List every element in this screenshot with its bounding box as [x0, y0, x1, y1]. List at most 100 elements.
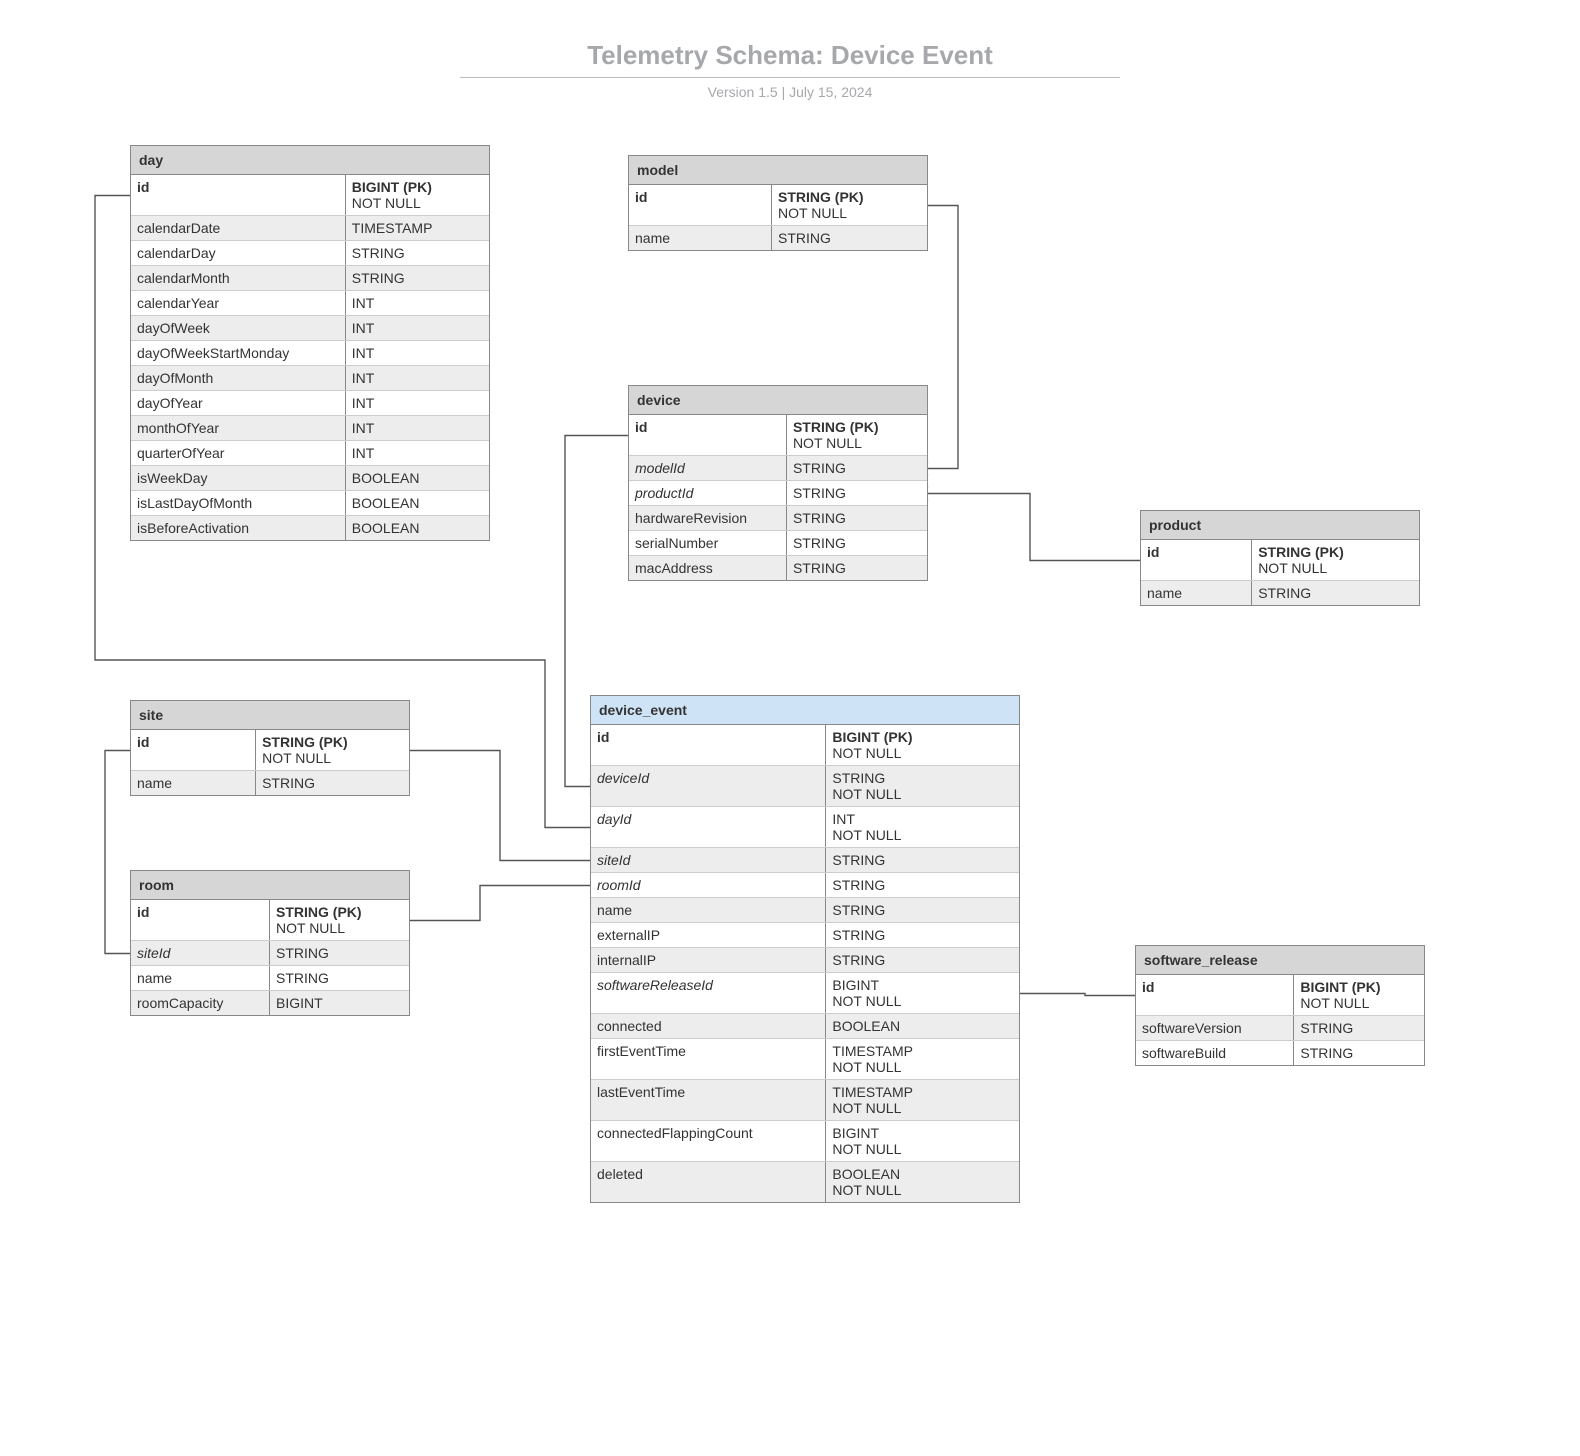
table-row: idSTRING (PK)NOT NULL — [131, 730, 409, 771]
column-type: BOOLEANNOT NULL — [826, 1162, 1019, 1202]
column-type: INT — [346, 366, 489, 390]
column-name: isWeekDay — [131, 466, 346, 490]
column-name: dayOfWeek — [131, 316, 346, 340]
table-row: dayOfWeekINT — [131, 316, 489, 341]
entity-software-release[interactable]: software_release idBIGINT (PK)NOT NULLso… — [1135, 945, 1425, 1066]
table-row: calendarDateTIMESTAMP — [131, 216, 489, 241]
column-name: modelId — [629, 456, 787, 480]
column-name: calendarYear — [131, 291, 346, 315]
column-name: id — [131, 175, 346, 215]
column-type: STRING — [346, 241, 489, 265]
table-row: idSTRING (PK)NOT NULL — [629, 415, 927, 456]
column-type: INT — [346, 316, 489, 340]
column-name: hardwareRevision — [629, 506, 787, 530]
column-type: STRING (PK)NOT NULL — [256, 730, 409, 770]
column-type: STRING — [256, 771, 409, 795]
column-type: STRING — [826, 923, 1019, 947]
column-name: id — [591, 725, 826, 765]
column-name: softwareReleaseId — [591, 973, 826, 1013]
column-type: TIMESTAMP — [346, 216, 489, 240]
table-row: roomCapacityBIGINT — [131, 991, 409, 1015]
table-row: macAddressSTRING — [629, 556, 927, 580]
column-type: STRING — [270, 941, 409, 965]
column-type: BIGINT (PK)NOT NULL — [346, 175, 489, 215]
column-type: STRING (PK)NOT NULL — [270, 900, 409, 940]
column-name: internalIP — [591, 948, 826, 972]
column-name: productId — [629, 481, 787, 505]
column-name: roomCapacity — [131, 991, 270, 1015]
table-row: isBeforeActivationBOOLEAN — [131, 516, 489, 540]
table-row: idBIGINT (PK)NOT NULL — [591, 725, 1019, 766]
entity-header: software_release — [1136, 946, 1424, 975]
column-name: firstEventTime — [591, 1039, 826, 1079]
column-name: id — [1136, 975, 1294, 1015]
column-name: isBeforeActivation — [131, 516, 346, 540]
entity-header: device — [629, 386, 927, 415]
entity-header: day — [131, 146, 489, 175]
table-row: productIdSTRING — [629, 481, 927, 506]
column-type: INT — [346, 341, 489, 365]
column-type: STRING — [1294, 1041, 1424, 1065]
table-row: quarterOfYearINT — [131, 441, 489, 466]
column-name: isLastDayOfMonth — [131, 491, 346, 515]
column-type: STRING (PK)NOT NULL — [787, 415, 927, 455]
entity-day[interactable]: day idBIGINT (PK)NOT NULLcalendarDateTIM… — [130, 145, 490, 541]
column-type: BIGINT (PK)NOT NULL — [1294, 975, 1424, 1015]
column-type: BOOLEAN — [826, 1014, 1019, 1038]
column-name: dayOfMonth — [131, 366, 346, 390]
entity-device[interactable]: device idSTRING (PK)NOT NULLmodelIdSTRIN… — [628, 385, 928, 581]
page-subtitle: Version 1.5 | July 15, 2024 — [460, 84, 1120, 100]
table-row: connectedBOOLEAN — [591, 1014, 1019, 1039]
diagram-canvas: Telemetry Schema: Device Event Version 1… — [0, 0, 1580, 1456]
title-block: Telemetry Schema: Device Event Version 1… — [460, 40, 1120, 100]
column-type: STRING — [1294, 1016, 1424, 1040]
table-row: siteIdSTRING — [591, 848, 1019, 873]
column-type: STRING (PK)NOT NULL — [772, 185, 927, 225]
column-type: STRING — [787, 481, 927, 505]
table-row: hardwareRevisionSTRING — [629, 506, 927, 531]
column-name: softwareVersion — [1136, 1016, 1294, 1040]
column-name: siteId — [591, 848, 826, 872]
column-type: INT — [346, 291, 489, 315]
column-type: STRING — [787, 506, 927, 530]
column-name: calendarMonth — [131, 266, 346, 290]
entity-model[interactable]: model idSTRING (PK)NOT NULLnameSTRING — [628, 155, 928, 251]
column-name: id — [629, 415, 787, 455]
column-type: STRING — [787, 456, 927, 480]
entity-header: device_event — [591, 696, 1019, 725]
column-name: roomId — [591, 873, 826, 897]
table-row: externalIPSTRING — [591, 923, 1019, 948]
column-type: STRING — [826, 898, 1019, 922]
entity-device-event[interactable]: device_event idBIGINT (PK)NOT NULLdevice… — [590, 695, 1020, 1203]
column-name: name — [131, 966, 270, 990]
column-name: id — [629, 185, 772, 225]
page-title: Telemetry Schema: Device Event — [460, 40, 1120, 78]
column-type: INT — [346, 416, 489, 440]
table-row: lastEventTimeTIMESTAMPNOT NULL — [591, 1080, 1019, 1121]
table-row: roomIdSTRING — [591, 873, 1019, 898]
table-row: dayIdINTNOT NULL — [591, 807, 1019, 848]
entity-product[interactable]: product idSTRING (PK)NOT NULLnameSTRING — [1140, 510, 1420, 606]
entity-room[interactable]: room idSTRING (PK)NOT NULLsiteIdSTRINGna… — [130, 870, 410, 1016]
column-name: quarterOfYear — [131, 441, 346, 465]
column-name: dayOfWeekStartMonday — [131, 341, 346, 365]
table-row: nameSTRING — [629, 226, 927, 250]
table-row: deviceIdSTRINGNOT NULL — [591, 766, 1019, 807]
column-name: softwareBuild — [1136, 1041, 1294, 1065]
column-name: dayId — [591, 807, 826, 847]
table-row: idBIGINT (PK)NOT NULL — [1136, 975, 1424, 1016]
column-name: calendarDay — [131, 241, 346, 265]
entity-header: site — [131, 701, 409, 730]
table-row: modelIdSTRING — [629, 456, 927, 481]
column-type: STRING — [270, 966, 409, 990]
table-row: internalIPSTRING — [591, 948, 1019, 973]
table-row: calendarYearINT — [131, 291, 489, 316]
column-name: connected — [591, 1014, 826, 1038]
column-name: name — [131, 771, 256, 795]
column-name: serialNumber — [629, 531, 787, 555]
column-name: connectedFlappingCount — [591, 1121, 826, 1161]
table-row: softwareBuildSTRING — [1136, 1041, 1424, 1065]
column-name: monthOfYear — [131, 416, 346, 440]
column-type: STRING — [346, 266, 489, 290]
entity-site[interactable]: site idSTRING (PK)NOT NULLnameSTRING — [130, 700, 410, 796]
